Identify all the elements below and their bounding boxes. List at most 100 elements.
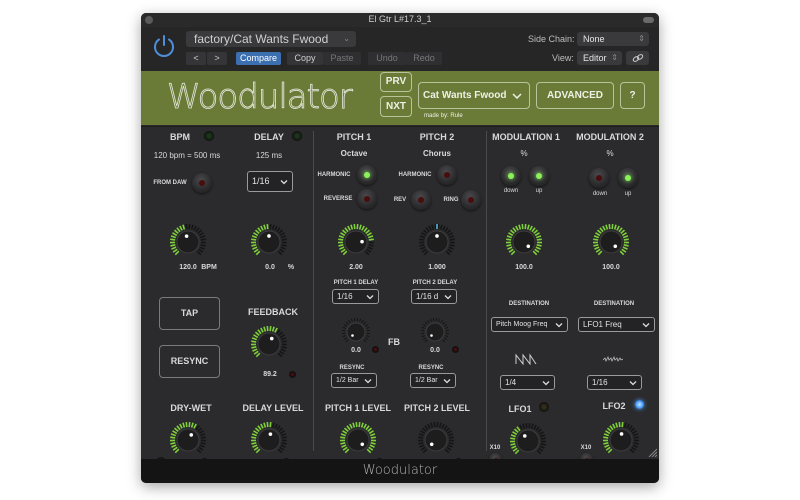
mod1-destination-select[interactable]: Pitch Moog Freq	[491, 317, 568, 332]
dry-wet-knob[interactable]	[169, 421, 207, 459]
advanced-button[interactable]: ADVANCED	[536, 82, 614, 109]
pitch1-fb-knob[interactable]	[341, 317, 371, 347]
knob-tick	[438, 318, 441, 322]
pitch1-delay-select[interactable]: 1/16	[332, 289, 379, 304]
pitch2-harmonic-button[interactable]	[437, 165, 457, 185]
pitch1-knob[interactable]	[337, 223, 375, 261]
delay-knob[interactable]	[250, 223, 288, 261]
knob-tick	[526, 224, 530, 230]
knob-body[interactable]	[176, 428, 200, 452]
knob-tick	[510, 437, 516, 440]
mod2-rate-select[interactable]: 1/16	[587, 375, 642, 390]
mod1-knob[interactable]	[505, 223, 543, 261]
knob-tick	[345, 339, 349, 343]
knob-body[interactable]	[176, 230, 200, 254]
preset-path-select[interactable]: factory/Cat Wants Fwood ⌄	[186, 31, 356, 47]
delay-title: DELAY	[254, 132, 284, 142]
knob-body[interactable]	[257, 428, 281, 452]
delay-level-knob[interactable]	[250, 421, 288, 459]
mod2-destination-select[interactable]: LFO1 Freq	[578, 317, 655, 332]
knob-tick	[344, 448, 350, 454]
window-resize-pill[interactable]	[643, 17, 654, 23]
knob-tick	[255, 352, 261, 358]
pitch2-ring-button[interactable]	[461, 190, 481, 210]
redo-button[interactable]: Redo	[406, 52, 442, 65]
compare-button[interactable]: Compare	[236, 52, 281, 65]
bpm-knob[interactable]	[169, 223, 207, 261]
pitch1-harmonic-button[interactable]	[357, 165, 377, 185]
prv-button[interactable]: PRV	[380, 72, 412, 92]
knob-tick	[281, 340, 287, 343]
pitch2-fb-knob[interactable]	[420, 317, 450, 347]
knob-tick	[444, 448, 450, 454]
pitch1-resync-select[interactable]: 1/2 Bar	[331, 373, 377, 388]
resize-grip-icon[interactable]	[647, 447, 657, 457]
knob-tick	[170, 235, 177, 239]
link-button[interactable]	[626, 51, 649, 65]
knob-tick	[537, 428, 543, 434]
knob-tick	[609, 425, 614, 431]
pitch1-level-knob[interactable]	[339, 421, 377, 459]
knob-tick	[622, 235, 629, 239]
knob-tick	[368, 238, 374, 241]
knob-tick	[442, 225, 446, 231]
knob-tick	[251, 244, 257, 247]
knob-tick	[364, 250, 370, 256]
from-daw-led	[199, 180, 205, 186]
mod2-down-button[interactable]	[589, 168, 609, 188]
lfo1-knob[interactable]	[509, 422, 547, 460]
power-icon[interactable]	[151, 33, 177, 59]
knob-body[interactable]	[346, 428, 370, 452]
random-wave-icon[interactable]	[603, 355, 623, 363]
sawtooth-wave-icon[interactable]	[515, 353, 537, 365]
knob-tick	[447, 248, 453, 253]
mod2-knob[interactable]	[592, 223, 630, 261]
pitch2-resync-select[interactable]: 1/2 Bar	[410, 373, 456, 388]
undo-button[interactable]: Undo	[368, 52, 406, 65]
pitch2-level-knob[interactable]	[417, 421, 455, 459]
mod1-down-button[interactable]	[501, 166, 521, 186]
tap-button[interactable]: TAP	[159, 297, 220, 330]
resync-button[interactable]: RESYNC	[159, 345, 220, 378]
pitch2-rev-button[interactable]	[411, 190, 431, 210]
copy-button[interactable]: Copy	[287, 52, 323, 65]
pitch1-reverse-button[interactable]	[357, 189, 377, 209]
knob-tick	[447, 433, 454, 437]
knob-tick	[449, 238, 455, 241]
paste-button[interactable]: Paste	[323, 52, 361, 65]
preset-select[interactable]: Cat Wants Fwood	[418, 82, 530, 109]
knob-indicator	[360, 442, 365, 447]
mod2-up-button[interactable]	[618, 168, 638, 188]
delay-division-select[interactable]: 1/16	[247, 171, 293, 192]
help-button[interactable]: ?	[620, 82, 645, 109]
pitch2-delay-select[interactable]: 1/16 d	[411, 289, 457, 304]
nxt-button[interactable]: NXT	[380, 96, 412, 117]
knob-tick	[510, 443, 516, 446]
knob-body[interactable]	[346, 322, 366, 342]
view-select[interactable]: Editor ⇕	[577, 51, 622, 65]
side-chain-select[interactable]: None ⇕	[577, 32, 649, 46]
knob-body[interactable]	[512, 230, 536, 254]
chevron-down-icon	[443, 378, 451, 383]
knob-body[interactable]	[425, 322, 445, 342]
prev-preset-button[interactable]: <	[186, 52, 206, 65]
knob-tick	[423, 250, 429, 256]
knob-tick	[279, 446, 285, 451]
feedback-knob[interactable]	[250, 325, 288, 363]
pitch2-knob[interactable]	[418, 223, 456, 261]
knob-body[interactable]	[424, 428, 448, 452]
lfo2-knob[interactable]	[602, 421, 640, 459]
knob-body[interactable]	[516, 429, 540, 453]
knob-indicator	[267, 234, 271, 238]
knob-tick	[363, 423, 367, 429]
knob-tick	[253, 350, 259, 355]
mod1-rate-select[interactable]: 1/4	[500, 375, 555, 390]
chevron-down-icon	[642, 322, 650, 327]
from-daw-button[interactable]	[192, 173, 212, 193]
knob-body[interactable]	[599, 230, 623, 254]
knob-body[interactable]	[257, 332, 281, 356]
pitch1-fb-value: 0.0	[351, 347, 361, 354]
mod1-up-button[interactable]	[529, 166, 549, 186]
knob-tick	[361, 225, 365, 231]
next-preset-button[interactable]: >	[207, 52, 227, 65]
